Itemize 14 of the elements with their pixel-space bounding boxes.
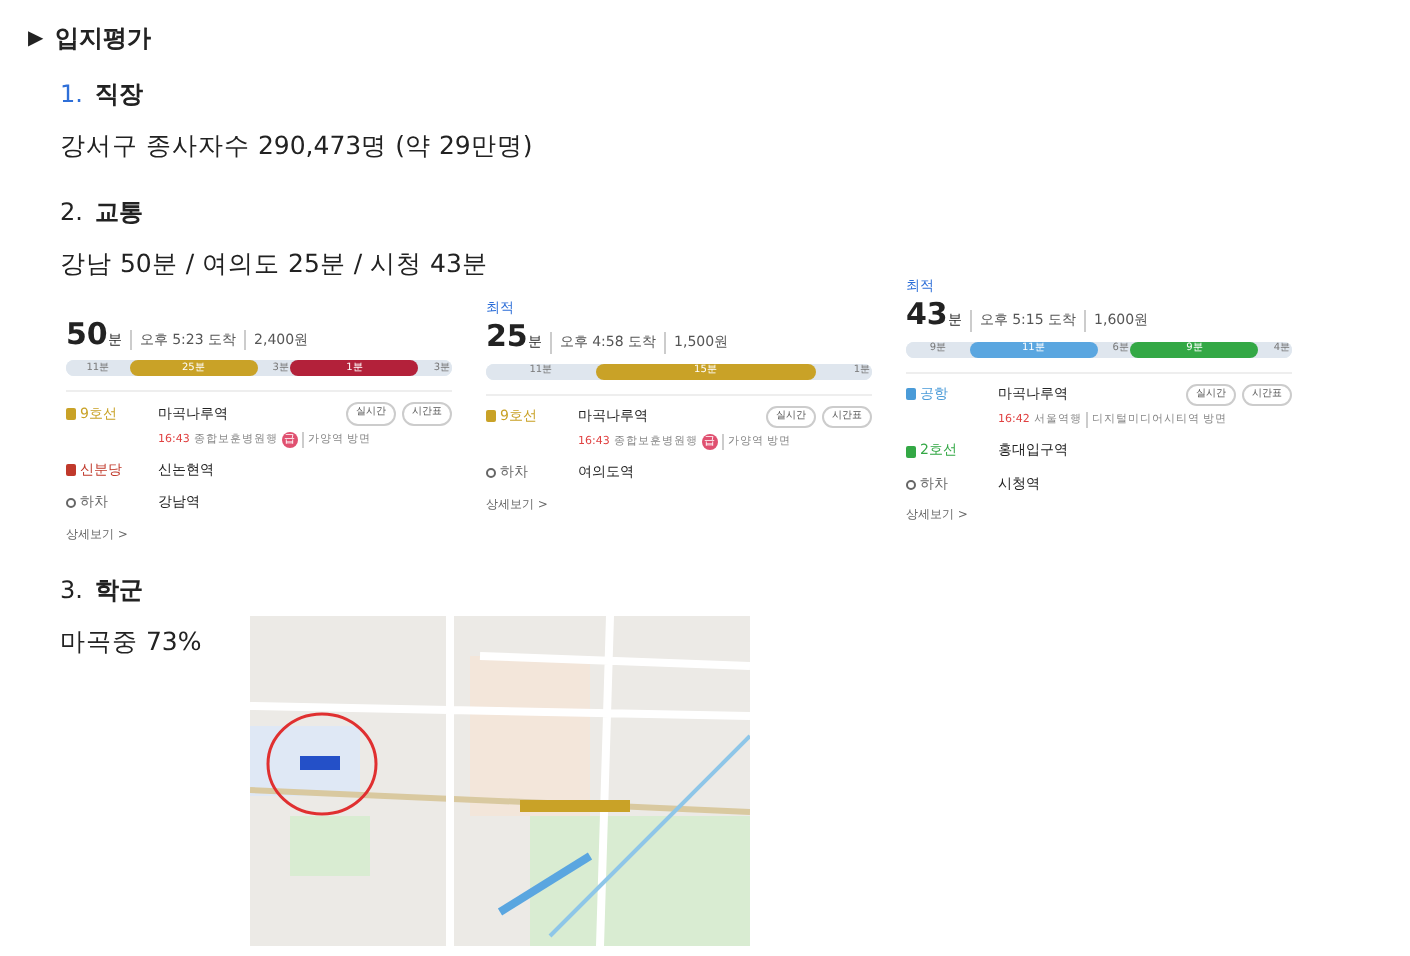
item-title: 교통 xyxy=(94,195,143,230)
list-number: 2. xyxy=(60,195,83,230)
duration-value: 25 xyxy=(486,322,528,352)
list-number: 1. xyxy=(60,78,83,112)
triangle-marker: ▶ xyxy=(28,25,44,53)
item-text: 강서구 종사자수 290,473명 (약 29만명) xyxy=(60,128,533,164)
list-number: 3. xyxy=(60,573,83,608)
item-text: 마곡중 73% xyxy=(60,623,202,660)
duration-value: 50 xyxy=(66,319,108,349)
item-title: 직장 xyxy=(94,78,143,112)
duration-value: 43 xyxy=(906,300,948,330)
section-title: 입지평가 xyxy=(55,22,152,56)
item-title: 학군 xyxy=(94,573,143,608)
item-text: 강남 50분 / 여의도 25분 / 시청 43분 xyxy=(60,245,488,282)
